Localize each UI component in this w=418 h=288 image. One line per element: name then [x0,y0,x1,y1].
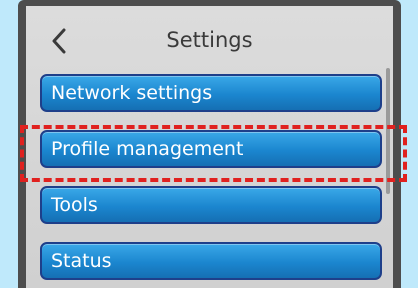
header: Settings [26,6,393,68]
scrollbar[interactable] [386,68,390,194]
tools-button[interactable]: Tools [40,186,382,224]
menu-item-label: Status [51,250,112,272]
page-title: Settings [166,28,253,52]
profile-management-button[interactable]: Profile management [40,130,382,168]
status-button[interactable]: Status [40,242,382,280]
menu-item-label: Tools [51,194,98,216]
menu-item-label: Network settings [51,82,213,104]
menu-item-label: Profile management [51,138,244,160]
network-settings-button[interactable]: Network settings [40,74,382,112]
device-screen: Settings Network settings Profile manage… [26,6,393,288]
settings-menu: Network settings Profile management Tool… [40,74,382,288]
device-bezel: Settings Network settings Profile manage… [18,0,401,288]
